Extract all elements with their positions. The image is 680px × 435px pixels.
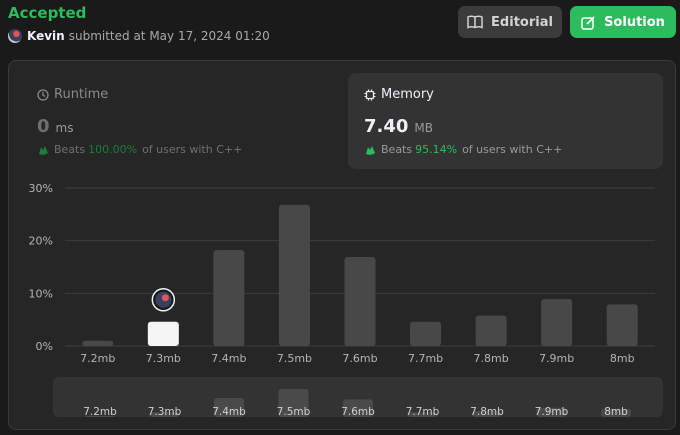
x-tick-label: 7.5mb (277, 352, 312, 365)
runtime-title: Runtime (37, 87, 320, 102)
overview-label: 7.8mb (470, 406, 504, 417)
memory-beats: Beats 95.14% of users with C++ (364, 143, 647, 156)
chart-bar[interactable] (475, 315, 507, 346)
runtime-title-label: Runtime (54, 87, 109, 102)
clap-icon (39, 145, 48, 155)
overview-label: 7.5mb (277, 406, 311, 417)
memory-beats-pct: 95.14% (415, 143, 458, 156)
y-tick-label: 30% (29, 182, 53, 195)
overview-label: 7.9mb (535, 406, 569, 417)
overview-label: 7.7mb (406, 406, 440, 417)
chip-icon (364, 89, 376, 100)
overview-label: 7.4mb (212, 406, 246, 417)
overview-label: 7.3mb (148, 406, 182, 417)
chart-bar[interactable] (344, 256, 376, 346)
x-tick-label: 7.3mb (146, 352, 181, 365)
submission-meta: Kevin submitted at May 17, 2024 01:20 (8, 29, 270, 43)
memory-title-label: Memory (381, 87, 434, 102)
selected-user-avatar-marker (151, 288, 176, 312)
chart-bar[interactable] (213, 250, 245, 346)
y-tick-label: 20% (29, 235, 53, 248)
runtime-number: 0 (37, 116, 50, 137)
x-tick-label: 7.4mb (211, 352, 246, 365)
y-tick-label: 10% (29, 287, 53, 300)
avatar-accent (161, 294, 169, 302)
memory-beats-suffix: of users with C++ (462, 143, 563, 156)
runtime-beats: Beats 100.00% of users with C++ (37, 143, 320, 156)
edit-icon (581, 15, 595, 30)
x-tick-label: 7.8mb (474, 352, 509, 365)
runtime-beats-pct: 100.00% (88, 143, 138, 156)
clock-icon (37, 88, 49, 101)
x-tick-label: 7.6mb (342, 352, 377, 365)
overview-label: 7.6mb (341, 406, 375, 417)
chart-bar[interactable] (278, 204, 310, 346)
solution-button[interactable]: Solution (570, 6, 676, 38)
chart-bar[interactable] (147, 321, 179, 346)
chart-bar[interactable] (410, 321, 442, 346)
runtime-beats-label: Beats (54, 143, 86, 156)
user-name[interactable]: Kevin (27, 29, 65, 43)
x-tick-label: 8mb (610, 352, 635, 365)
memory-distribution-chart: 30% 20% 10% 0% 7.2mb 7.3mb 7.4mb 7.5mb 7.6mb 7.7m… (29, 182, 655, 365)
chart-bar[interactable] (606, 304, 638, 346)
memory-value: 7.40 MB (364, 116, 647, 137)
memory-card[interactable]: Memory 7.40 MB Beats 95.14% of users wit… (348, 73, 663, 169)
chart-bar[interactable] (82, 340, 114, 346)
runtime-value: 0 ms (37, 116, 320, 137)
y-tick-label: 0% (36, 340, 53, 353)
runtime-card[interactable]: Runtime 0 ms Beats 100.00% of users with… (21, 73, 336, 169)
x-tick-label: 7.7mb (408, 352, 443, 365)
editorial-button[interactable]: Editorial (458, 6, 562, 38)
submission-status: Accepted (8, 4, 87, 22)
stats-panel: Runtime 0 ms Beats 100.00% of users with… (8, 60, 676, 430)
memory-unit: MB (414, 121, 434, 135)
book-icon (467, 15, 483, 29)
chart-bar[interactable] (541, 299, 573, 346)
clap-icon (366, 145, 375, 155)
memory-title: Memory (364, 87, 647, 102)
runtime-unit: ms (55, 121, 74, 135)
submission-header: Accepted Kevin submitted at May 17, 2024… (0, 0, 680, 56)
x-tick-label: 7.9mb (539, 352, 574, 365)
chart-overview-navigator[interactable]: 7.2mb 7.3mb 7.4mb 7.5mb 7.6mb 7.7mb 7.8mb 7.9mb… (53, 377, 663, 418)
solution-label: Solution (604, 14, 665, 30)
memory-beats-label: Beats (381, 143, 413, 156)
editorial-label: Editorial (491, 14, 553, 30)
memory-number: 7.40 (364, 116, 409, 137)
runtime-beats-suffix: of users with C++ (142, 143, 243, 156)
overview-label: 7.2mb (83, 406, 117, 417)
user-avatar[interactable] (8, 29, 22, 43)
submitted-time: submitted at May 17, 2024 01:20 (68, 29, 270, 43)
overview-svg: 7.2mb 7.3mb 7.4mb 7.5mb 7.6mb 7.7mb 7.8mb 7.9mb… (83, 389, 631, 418)
overview-label: 8mb (604, 406, 628, 417)
x-tick-label: 7.2mb (80, 352, 115, 365)
